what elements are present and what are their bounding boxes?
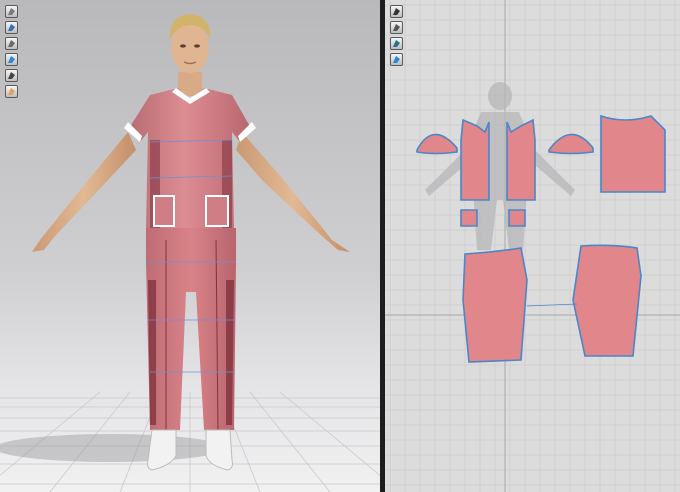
avatar-display-tool-button[interactable] xyxy=(5,5,18,18)
edit-pattern-tool-button[interactable] xyxy=(390,5,403,18)
back-bodice-pattern[interactable] xyxy=(600,114,666,193)
2d-scene xyxy=(385,0,680,492)
2d-toolbar xyxy=(390,5,403,66)
texture-view-icon xyxy=(8,56,15,63)
3d-toolbar xyxy=(5,5,18,98)
pattern-grid xyxy=(385,0,680,492)
avatar-display-icon xyxy=(8,8,15,15)
3d-viewport[interactable] xyxy=(0,0,380,492)
transform-pattern-icon xyxy=(393,24,400,31)
left-sleeve-pattern[interactable] xyxy=(416,133,458,155)
fitting-icon xyxy=(8,40,15,47)
camera-tool-button[interactable] xyxy=(5,69,18,82)
pattern-pieces xyxy=(416,114,666,363)
avatar-silhouette xyxy=(425,82,575,250)
right-pocket-pattern[interactable] xyxy=(508,209,526,227)
3d-top-garment xyxy=(128,88,252,230)
front-bodice-pattern[interactable] xyxy=(460,118,490,201)
texture-tool-button[interactable] xyxy=(390,53,403,66)
garment-display-icon xyxy=(8,24,15,31)
left-arm xyxy=(32,132,136,252)
3d-left-pocket xyxy=(153,195,175,227)
2d-viewport[interactable] xyxy=(385,0,680,492)
left-pocket-pattern[interactable] xyxy=(460,209,478,227)
head xyxy=(171,23,209,73)
avatar-skin-icon xyxy=(8,88,15,95)
3d-scene xyxy=(0,14,380,492)
3d-right-pocket xyxy=(205,195,229,227)
back-pant-pattern[interactable] xyxy=(572,244,642,357)
3d-pants xyxy=(146,228,236,430)
front-bodice-right-pattern[interactable] xyxy=(506,118,536,201)
front-pant-pattern[interactable] xyxy=(462,247,528,363)
texture-view-tool-button[interactable] xyxy=(5,53,18,66)
sewing-tool-button[interactable] xyxy=(390,37,403,50)
edit-pattern-icon xyxy=(393,8,400,15)
texture-icon xyxy=(393,56,400,63)
transform-pattern-tool-button[interactable] xyxy=(390,21,403,34)
garment-display-tool-button[interactable] xyxy=(5,21,18,34)
3d-left-pant-panel xyxy=(148,280,156,425)
sewing-icon xyxy=(393,40,400,47)
avatar-skin-tool-button[interactable] xyxy=(5,85,18,98)
right-arm xyxy=(236,132,350,252)
right-sleeve-pattern[interactable] xyxy=(548,133,594,155)
avatar-shadow xyxy=(0,434,225,462)
camera-icon xyxy=(8,72,15,79)
fitting-tool-button[interactable] xyxy=(5,37,18,50)
